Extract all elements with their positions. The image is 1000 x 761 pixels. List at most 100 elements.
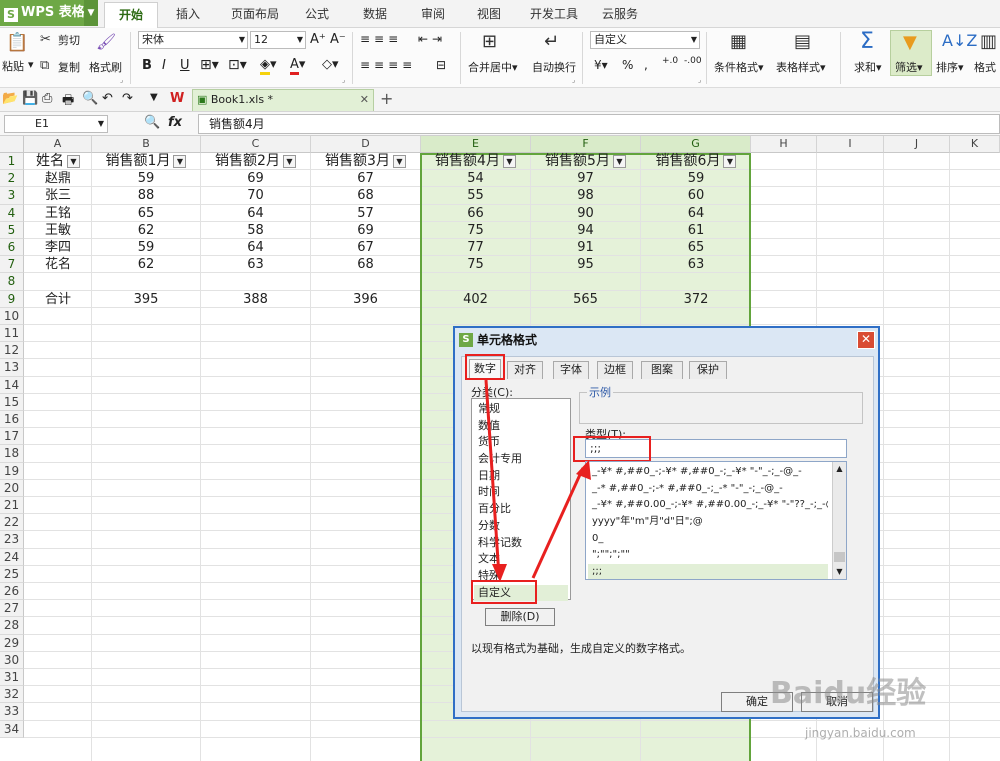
sales-cell[interactable]: 54 (421, 170, 530, 187)
fill-color-icon[interactable]: ◈▾ (260, 57, 277, 75)
sales-cell[interactable]: 372 (641, 291, 751, 308)
row-header[interactable]: 6 (0, 239, 24, 257)
row-header[interactable]: 24 (0, 548, 24, 566)
sum-icon[interactable]: Σ (860, 29, 874, 54)
name-cell[interactable]: 张三 (25, 187, 91, 204)
row-header[interactable]: 34 (0, 720, 24, 738)
row-header[interactable]: 16 (0, 411, 24, 429)
header-cell-jan[interactable]: 销售额1月 ▼ (92, 153, 200, 170)
increase-decimal-icon[interactable]: +.0 (662, 56, 678, 66)
filter-dropdown-icon[interactable]: ▼ (67, 154, 80, 168)
name-cell[interactable]: 花名 (25, 256, 91, 273)
conditional-format-icon[interactable]: ▦ (730, 31, 747, 52)
sales-cell[interactable]: 67 (311, 239, 420, 256)
name-cell[interactable]: 李四 (25, 239, 91, 256)
sales-cell[interactable]: 63 (201, 256, 310, 273)
row-header[interactable]: 17 (0, 428, 24, 446)
function-icon[interactable]: fx (168, 115, 182, 130)
sales-cell[interactable]: 64 (641, 205, 751, 222)
save-icon[interactable]: 💾 (22, 91, 38, 106)
currency-icon[interactable]: ¥▾ (594, 58, 608, 72)
border-icon[interactable]: ⊞▾ (200, 57, 219, 73)
row-header[interactable]: 18 (0, 445, 24, 463)
app-menu-button[interactable]: S WPS 表格 (0, 0, 96, 26)
cell-border-icon[interactable]: ⊡▾ (228, 57, 247, 73)
sales-cell[interactable]: 70 (201, 187, 310, 204)
row-header[interactable]: 14 (0, 376, 24, 394)
column-header-a[interactable]: A (24, 136, 92, 153)
header-cell-jun[interactable]: 销售额6月 ▼ (641, 153, 751, 170)
filter-dropdown-icon[interactable]: ▼ (502, 154, 516, 168)
sales-cell[interactable]: 60 (641, 187, 751, 204)
select-all-corner[interactable] (0, 136, 24, 153)
formula-input[interactable]: 销售额4月 (198, 114, 1000, 134)
format-button[interactable]: 格式 (974, 59, 996, 75)
customize-arrow-icon[interactable]: ▼ (150, 92, 158, 103)
column-header-f[interactable]: F (531, 136, 641, 153)
tab-formulas[interactable]: 公式 (294, 2, 340, 28)
sales-cell[interactable]: 63 (641, 256, 751, 273)
sales-cell[interactable]: 66 (421, 205, 530, 222)
column-header-h[interactable]: H (751, 136, 817, 153)
number-format-select[interactable]: 自定义 ▼ (590, 31, 700, 49)
sales-cell[interactable]: 98 (531, 187, 640, 204)
sales-cell[interactable]: 97 (531, 170, 640, 187)
filter-dropdown-icon[interactable]: ▼ (282, 154, 296, 168)
filter-button[interactable]: ▼ 筛选▾ (890, 30, 932, 76)
sales-cell[interactable]: 59 (92, 170, 200, 187)
sales-cell[interactable]: 388 (201, 291, 310, 308)
row-header[interactable]: 19 (0, 462, 24, 480)
sales-cell[interactable]: 95 (531, 256, 640, 273)
paste-icon[interactable]: 📋 (6, 32, 28, 54)
column-header-d[interactable]: D (311, 136, 421, 153)
row-header[interactable]: 1 (0, 153, 24, 171)
sales-cell[interactable]: 91 (531, 239, 640, 256)
column-header-e[interactable]: E (421, 136, 531, 153)
tab-review[interactable]: 审阅 (410, 2, 456, 28)
sales-cell[interactable]: 67 (311, 170, 420, 187)
merge-center-icon[interactable]: ⊞ (482, 31, 497, 52)
tab-data[interactable]: 数据 (352, 2, 398, 28)
delete-format-button[interactable]: 删除(D) (485, 608, 555, 626)
sales-cell[interactable]: 69 (201, 170, 310, 187)
row-header[interactable]: 20 (0, 479, 24, 497)
vertical-align-icons[interactable]: ≡≡≡ (360, 32, 402, 46)
name-cell[interactable]: 赵鼎 (25, 170, 91, 187)
tab-start[interactable]: 开始 (104, 2, 158, 28)
merge-center-button[interactable]: 合并居中▾ (468, 59, 518, 75)
row-header[interactable]: 33 (0, 703, 24, 721)
sales-cell[interactable]: 396 (311, 291, 420, 308)
wrap-text-button[interactable]: 自动换行 (532, 59, 576, 75)
sort-icon[interactable]: A↓Z (942, 31, 977, 50)
tab-view[interactable]: 视图 (466, 2, 512, 28)
row-header[interactable]: 28 (0, 617, 24, 635)
row-header[interactable]: 7 (0, 256, 24, 274)
horizontal-align-icons[interactable]: ≡≡≡≡ (360, 58, 416, 72)
table-style-button[interactable]: 表格样式▾ (776, 59, 826, 75)
sales-cell[interactable]: 75 (421, 256, 530, 273)
sales-cell[interactable]: 88 (92, 187, 200, 204)
redo-icon[interactable]: ↷ (122, 91, 133, 106)
row-header[interactable]: 13 (0, 359, 24, 377)
sum-button[interactable]: 求和▾ (854, 59, 882, 75)
header-cell-name[interactable]: 姓名 ▼ (25, 153, 91, 170)
filter-dropdown-icon[interactable]: ▼ (612, 154, 626, 168)
sales-cell[interactable]: 75 (421, 222, 530, 239)
launcher-icon[interactable]: ⌟ (120, 76, 123, 84)
row-header[interactable]: 21 (0, 497, 24, 515)
document-tab[interactable]: ▣ Book1.xls * ✕ (192, 89, 374, 111)
format-painter-icon[interactable]: 🖌 (96, 32, 116, 51)
header-cell-mar[interactable]: 销售额3月 ▼ (311, 153, 420, 170)
launcher-icon[interactable]: ⌟ (342, 76, 345, 84)
row-header[interactable]: 3 (0, 187, 24, 205)
row-header[interactable]: 26 (0, 583, 24, 601)
sales-cell[interactable]: 64 (201, 205, 310, 222)
sort-button[interactable]: 排序▾ (936, 59, 964, 75)
sales-cell[interactable]: 94 (531, 222, 640, 239)
row-header[interactable]: 32 (0, 686, 24, 704)
tab-insert[interactable]: 插入 (166, 2, 210, 28)
shrink-font-icon[interactable]: A⁻ (330, 32, 346, 47)
table-style-icon[interactable]: ▤ (794, 31, 811, 52)
sales-cell[interactable]: 395 (92, 291, 200, 308)
sales-cell[interactable]: 62 (92, 256, 200, 273)
